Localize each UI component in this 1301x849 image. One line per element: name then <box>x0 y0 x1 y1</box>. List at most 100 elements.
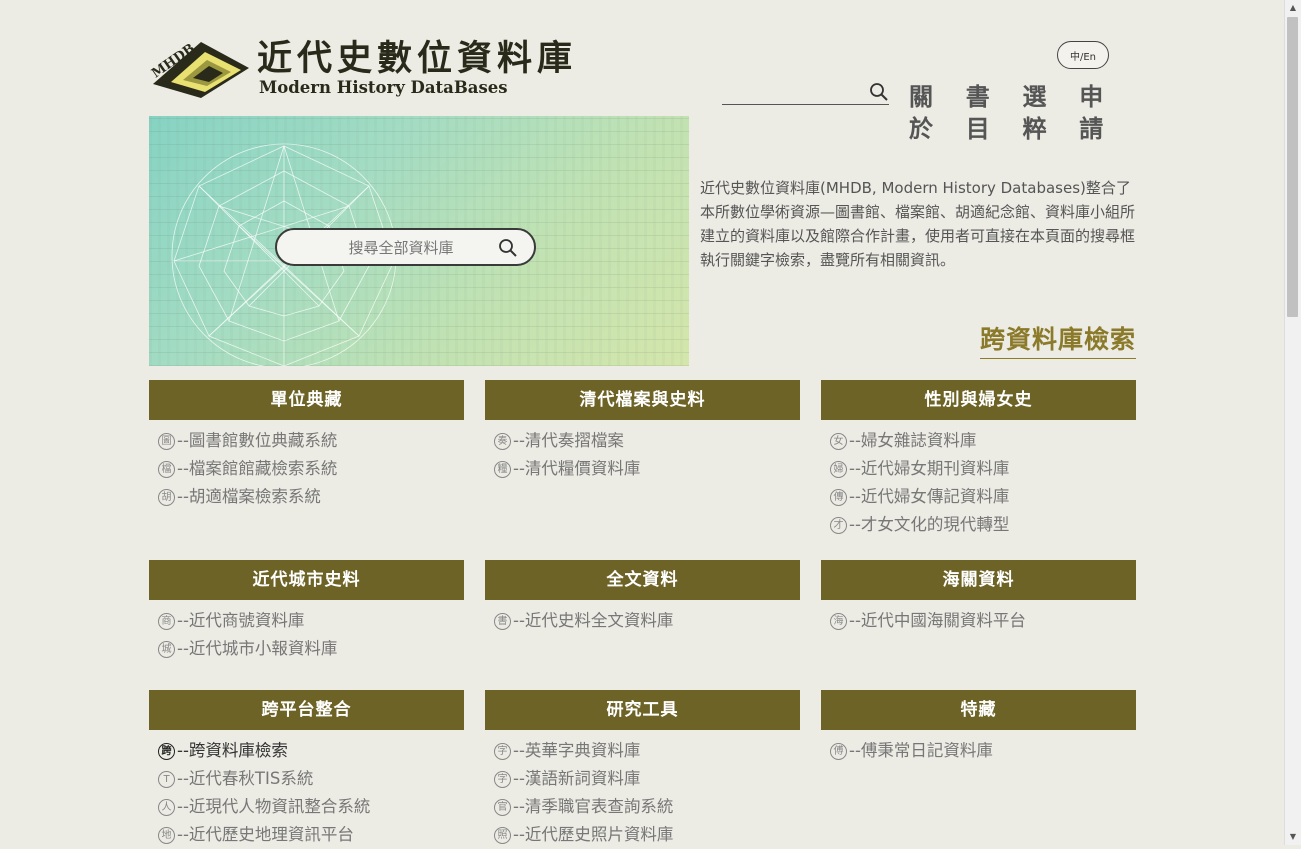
category-link-list: 圖 --圖書館數位典藏系統檔 --檔案館館藏檢索系統胡 --胡適檔案檢索系統 <box>149 427 464 511</box>
category-link-list: 海 --近代中國海關資料平台 <box>821 607 1136 635</box>
category-block: 單位典藏圖 --圖書館數位典藏系統檔 --檔案館館藏檢索系統胡 --胡適檔案檢索系統 <box>149 380 464 511</box>
seal-icon: 照 <box>494 826 511 844</box>
database-link-label: --近代中國海關資料平台 <box>849 611 1026 630</box>
database-link[interactable]: 字 --漢語新詞資料庫 <box>485 765 800 793</box>
database-link[interactable]: 跨 --跨資料庫檢索 <box>149 737 464 765</box>
database-link-label: --才女文化的現代轉型 <box>849 515 1010 534</box>
database-link[interactable]: T --近代春秋TIS系統 <box>149 765 464 793</box>
nav-bibliography[interactable]: 書目 <box>966 81 1009 145</box>
intro-paragraph: 近代史數位資料庫(MHDB, Modern History Databases)… <box>700 179 1136 269</box>
category-link-list: 女 --婦女雜誌資料庫婦 --近代婦女期刊資料庫傳 --近代婦女傳記資料庫才 --才女文… <box>821 427 1136 539</box>
nav-apply[interactable]: 申請 <box>1079 81 1122 145</box>
database-link[interactable]: 傳 --近代婦女傳記資料庫 <box>821 483 1136 511</box>
category-block: 特藏傅 --傅秉常日記資料庫 <box>821 690 1136 765</box>
category-block: 跨平台整合跨 --跨資料庫檢索 T --近代春秋TIS系統人 --近現代人物資訊整合系統… <box>149 690 464 849</box>
category-title: 清代檔案與史料 <box>485 380 800 420</box>
database-link[interactable]: 婦 --近代婦女期刊資料庫 <box>821 455 1136 483</box>
header-search-input[interactable] <box>722 80 866 104</box>
category-link-list: 商 --近代商號資料庫城 --近代城市小報資料庫 <box>149 607 464 663</box>
category-block: 性別與婦女史女 --婦女雜誌資料庫婦 --近代婦女期刊資料庫傳 --近代婦女傳記資料庫… <box>821 380 1136 539</box>
database-link[interactable]: 書 --近代史料全文資料庫 <box>485 607 800 635</box>
database-link[interactable]: 官 --清季職官表查詢系統 <box>485 793 800 821</box>
database-link-label: --清代糧價資料庫 <box>513 459 641 478</box>
category-block: 研究工具字 --英華字典資料庫字 --漢語新詞資料庫官 --清季職官表查詢系統照 --近… <box>485 690 800 849</box>
nav-about[interactable]: 關於 <box>909 81 952 145</box>
site-logo[interactable]: MHDB 近代史數位資料庫 Modern History DataBases <box>149 38 572 102</box>
category-title: 性別與婦女史 <box>821 380 1136 420</box>
seal-icon: 字 <box>494 770 511 788</box>
database-link-label: --近代婦女傳記資料庫 <box>849 487 1010 506</box>
category-title: 全文資料 <box>485 560 800 600</box>
database-link-label: --近代史料全文資料庫 <box>513 611 674 630</box>
hero-search-input[interactable] <box>299 236 503 260</box>
category-block: 海關資料海 --近代中國海關資料平台 <box>821 560 1136 635</box>
database-link-label: --清季職官表查詢系統 <box>513 797 674 816</box>
logo-english-title: Modern History DataBases <box>259 78 508 97</box>
seal-icon: 商 <box>158 612 175 630</box>
seal-icon: T <box>158 770 175 788</box>
database-link[interactable]: 圖 --圖書館數位典藏系統 <box>149 427 464 455</box>
database-link-label: --近代城市小報資料庫 <box>177 639 338 658</box>
seal-icon: 檔 <box>158 460 175 478</box>
database-link-label: --圖書館數位典藏系統 <box>177 431 338 450</box>
category-title: 海關資料 <box>821 560 1136 600</box>
category-title: 研究工具 <box>485 690 800 730</box>
database-link-label: --胡適檔案檢索系統 <box>177 487 321 506</box>
category-block: 近代城市史料商 --近代商號資料庫城 --近代城市小報資料庫 <box>149 560 464 663</box>
scroll-up-arrow-icon[interactable]: ▲ <box>1285 0 1301 16</box>
seal-icon: 婦 <box>830 460 847 478</box>
database-link-label: --近代婦女期刊資料庫 <box>849 459 1010 478</box>
database-link[interactable]: 字 --英華字典資料庫 <box>485 737 800 765</box>
seal-icon: 字 <box>494 742 511 760</box>
category-link-list: 跨 --跨資料庫檢索 T --近代春秋TIS系統人 --近現代人物資訊整合系統地 --近代… <box>149 737 464 849</box>
database-link[interactable]: 海 --近代中國海關資料平台 <box>821 607 1136 635</box>
category-link-list: 字 --英華字典資料庫字 --漢語新詞資料庫官 --清季職官表查詢系統照 --近代歷史照… <box>485 737 800 849</box>
database-link-label: --清代奏摺檔案 <box>513 431 624 450</box>
database-link[interactable]: 奏 --清代奏摺檔案 <box>485 427 800 455</box>
database-link[interactable]: 人 --近現代人物資訊整合系統 <box>149 793 464 821</box>
database-link-label: --近代春秋TIS系統 <box>177 769 314 788</box>
seal-icon: 女 <box>830 432 847 450</box>
seal-icon: 傳 <box>830 488 847 506</box>
search-icon[interactable] <box>498 238 518 258</box>
seal-icon: 糧 <box>494 460 511 478</box>
vertical-scrollbar[interactable]: ▲ ▼ <box>1284 0 1301 845</box>
nav-selections[interactable]: 選粹 <box>1023 81 1066 145</box>
database-link-label: --漢語新詞資料庫 <box>513 769 641 788</box>
language-toggle-button[interactable]: 中/En <box>1057 41 1109 69</box>
category-link-list: 奏 --清代奏摺檔案糧 --清代糧價資料庫 <box>485 427 800 483</box>
seal-icon: 才 <box>830 516 847 534</box>
category-title: 跨平台整合 <box>149 690 464 730</box>
header-search <box>722 80 889 105</box>
database-link-label: --跨資料庫檢索 <box>177 741 288 760</box>
database-link[interactable]: 胡 --胡適檔案檢索系統 <box>149 483 464 511</box>
category-title: 單位典藏 <box>149 380 464 420</box>
database-link-label: --婦女雜誌資料庫 <box>849 431 977 450</box>
category-block: 全文資料書 --近代史料全文資料庫 <box>485 560 800 635</box>
scroll-down-arrow-icon[interactable]: ▼ <box>1285 829 1301 845</box>
database-link-label: --檔案館館藏檢索系統 <box>177 459 338 478</box>
scrollbar-thumb[interactable] <box>1287 17 1298 317</box>
category-title: 特藏 <box>821 690 1136 730</box>
section-title: 跨資料庫檢索 <box>979 324 1136 359</box>
database-link[interactable]: 檔 --檔案館館藏檢索系統 <box>149 455 464 483</box>
category-title: 近代城市史料 <box>149 560 464 600</box>
seal-icon: 人 <box>158 798 175 816</box>
search-icon[interactable] <box>869 82 889 102</box>
database-link-label: --傅秉常日記資料庫 <box>849 741 993 760</box>
seal-icon: 地 <box>158 826 175 844</box>
database-link[interactable]: 女 --婦女雜誌資料庫 <box>821 427 1136 455</box>
database-link[interactable]: 傅 --傅秉常日記資料庫 <box>821 737 1136 765</box>
category-block: 清代檔案與史料奏 --清代奏摺檔案糧 --清代糧價資料庫 <box>485 380 800 483</box>
database-link[interactable]: 才 --才女文化的現代轉型 <box>821 511 1136 539</box>
page-container: MHDB 近代史數位資料庫 Modern History DataBases 中… <box>149 0 1136 845</box>
database-link[interactable]: 糧 --清代糧價資料庫 <box>485 455 800 483</box>
database-link-label: --近代商號資料庫 <box>177 611 305 630</box>
database-link-label: --英華字典資料庫 <box>513 741 641 760</box>
seal-icon: 圖 <box>158 432 175 450</box>
seal-icon: 書 <box>494 612 511 630</box>
category-link-list: 書 --近代史料全文資料庫 <box>485 607 800 635</box>
seal-icon: 海 <box>830 612 847 630</box>
database-link[interactable]: 城 --近代城市小報資料庫 <box>149 635 464 663</box>
database-link[interactable]: 商 --近代商號資料庫 <box>149 607 464 635</box>
